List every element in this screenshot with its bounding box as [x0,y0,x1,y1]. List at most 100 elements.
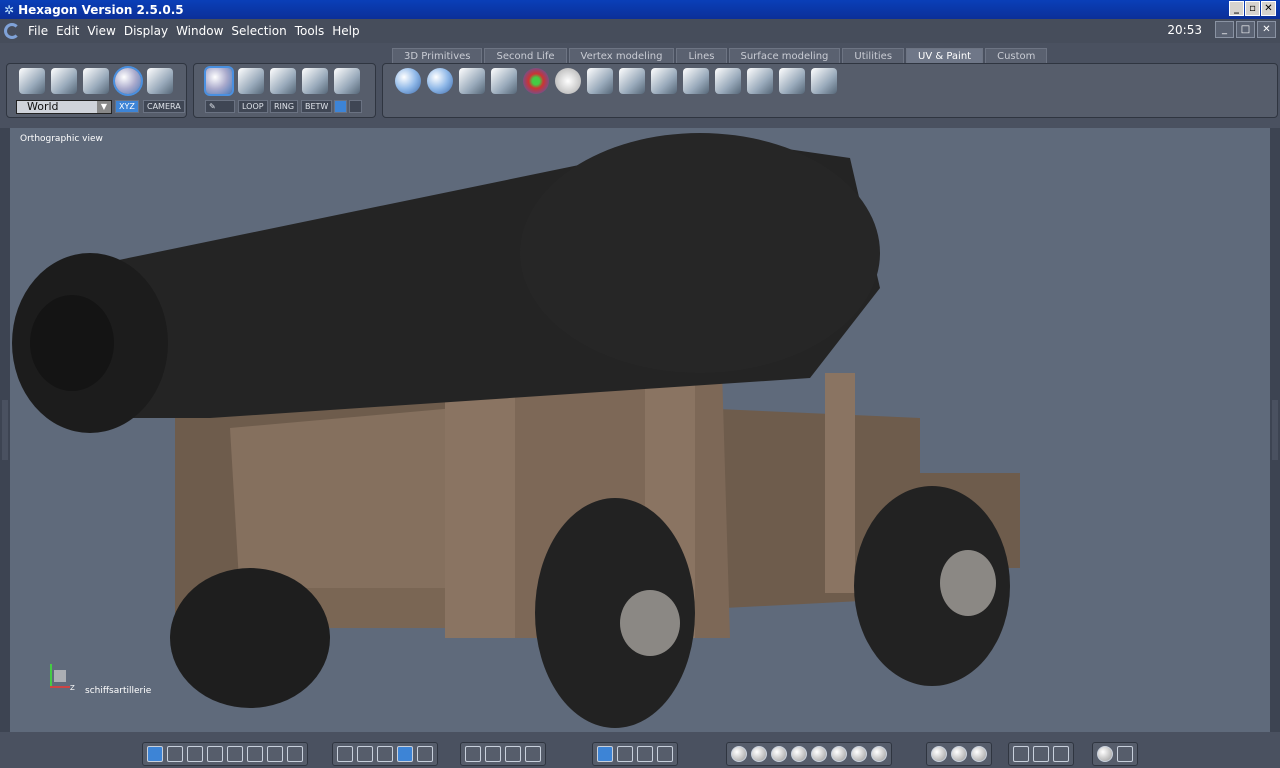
select-arrow-icon[interactable] [19,68,45,94]
tab-second-life[interactable]: Second Life [484,48,567,63]
uv-planar-icon[interactable] [459,68,485,94]
universal-manipulator-icon[interactable] [115,68,141,94]
display-buttons [926,742,992,766]
white-shading-icon[interactable] [871,746,887,762]
3d-viewport[interactable]: Orthographic view Z schiffsartillerie [10,128,1270,732]
menu-help[interactable]: Help [328,24,363,38]
grid-icon[interactable] [337,746,353,762]
flat-wire-icon[interactable] [791,746,807,762]
texture-icon[interactable] [971,746,987,762]
menu-view[interactable]: View [83,24,119,38]
layout-bottom2-icon[interactable] [207,746,223,762]
tab-uv-paint[interactable]: UV & Paint [906,48,984,63]
grid-green-icon[interactable] [417,746,433,762]
zoom-icon[interactable] [505,746,521,762]
menu-window[interactable]: Window [172,24,227,38]
uv-star-icon[interactable] [587,68,613,94]
minimize-button[interactable]: _ [1229,1,1244,16]
ghost-icon[interactable] [147,68,173,94]
doc-maximize-button[interactable]: □ [1236,21,1255,38]
tab-utilities[interactable]: Utilities [842,48,905,63]
app-logo-icon: ✲ [4,2,15,17]
close-button[interactable]: ✕ [1261,1,1276,16]
doc-minimize-button[interactable]: _ [1215,21,1234,38]
flat-icon[interactable] [771,746,787,762]
xyz-toggle[interactable]: XYZ [115,100,139,113]
render-sphere-icon[interactable] [1097,746,1113,762]
select-auto-icon[interactable] [334,68,360,94]
wireframe-icon[interactable] [731,746,747,762]
tab-vertex-modeling[interactable]: Vertex modeling [568,48,675,63]
uv-sphere-icon[interactable] [395,68,421,94]
doc-close-button[interactable]: ✕ [1257,21,1276,38]
menu-edit[interactable]: Edit [52,24,83,38]
grid-blue-icon[interactable] [397,746,413,762]
app-menu-icon[interactable] [4,23,20,39]
render-icon[interactable] [931,746,947,762]
tab-custom[interactable]: Custom [985,48,1048,63]
smooth-wire-icon[interactable] [831,746,847,762]
between-button[interactable]: BETW [301,100,333,113]
tab-3d-primitives[interactable]: 3D Primitives [392,48,483,63]
uv-unfold-icon[interactable] [619,68,645,94]
uv-globe-icon[interactable] [523,68,549,94]
brush-select-icon[interactable]: ✎ [205,100,235,113]
layout-buttons [142,742,308,766]
paint-bake-icon[interactable] [811,68,837,94]
box-icon[interactable] [1033,746,1049,762]
gray-shading-icon[interactable] [851,746,867,762]
paint-select-icon[interactable] [83,68,109,94]
axis-icon[interactable] [597,746,613,762]
uv-pin-icon[interactable] [683,68,709,94]
lasso-icon[interactable] [51,68,77,94]
wire-hidden-icon[interactable] [751,746,767,762]
uv-cylinder-icon[interactable] [427,68,453,94]
layout-vertical-icon[interactable] [287,746,303,762]
uv-seam-icon[interactable] [651,68,677,94]
drop-icon[interactable] [657,746,673,762]
scale-icon[interactable] [637,746,653,762]
camera-toggle[interactable]: CAMERA [143,100,185,113]
layout-single-icon[interactable] [147,746,163,762]
camera-icon[interactable] [1117,746,1133,762]
layout-left3-icon[interactable] [227,746,243,762]
navigation-buttons [460,742,546,766]
snap-icon[interactable] [357,746,373,762]
tab-lines[interactable]: Lines [676,48,727,63]
uv-pack-icon[interactable] [715,68,741,94]
render-wire-icon[interactable] [951,746,967,762]
paint-stamp-icon[interactable] [779,68,805,94]
select-vertex-icon[interactable] [302,68,328,94]
layout-horizontal-icon[interactable] [267,746,283,762]
orbit-icon[interactable] [485,746,501,762]
uv-box-icon[interactable] [491,68,517,94]
select-edge-icon[interactable] [270,68,296,94]
ring-button[interactable]: RING [270,100,299,113]
rect-select-icon[interactable] [334,100,347,113]
grid-red-icon[interactable] [377,746,393,762]
restore-button[interactable]: ▫ [1245,1,1260,16]
smooth-icon[interactable] [811,746,827,762]
tab-surface-modeling[interactable]: Surface modeling [728,48,841,63]
zoom-extents-icon[interactable] [465,746,481,762]
layout-top2-icon[interactable] [187,746,203,762]
select-face-icon[interactable] [238,68,264,94]
layout-quad-icon[interactable] [167,746,183,762]
menu-display[interactable]: Display [120,24,172,38]
uv-head-icon[interactable] [555,68,581,94]
loop-button[interactable]: LOOP [238,100,268,113]
layout-right3-icon[interactable] [247,746,263,762]
right-panel-handle[interactable] [1272,400,1278,460]
select-object-icon[interactable] [206,68,232,94]
book-icon[interactable] [1053,746,1069,762]
menu-file[interactable]: File [24,24,52,38]
eye-icon[interactable] [525,746,541,762]
paint-brush-icon[interactable] [747,68,773,94]
move-icon[interactable] [617,746,633,762]
left-panel-handle[interactable] [2,400,8,460]
circle-select-icon[interactable] [349,100,362,113]
menu-tools[interactable]: Tools [291,24,329,38]
menu-selection[interactable]: Selection [227,24,290,38]
coord-system-dropdown[interactable]: World ▼ [16,100,112,114]
shield-icon[interactable] [1013,746,1029,762]
